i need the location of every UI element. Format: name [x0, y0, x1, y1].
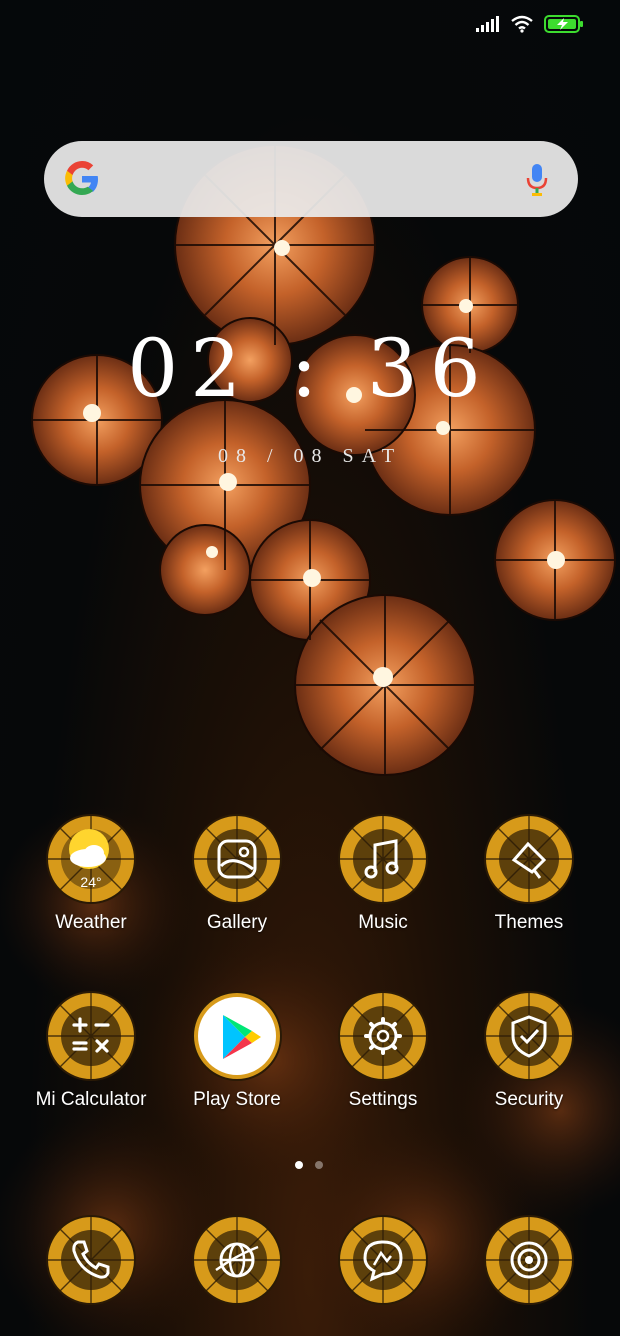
calculator-icon [46, 991, 136, 1081]
status-bar [476, 14, 584, 34]
security-icon [484, 991, 574, 1081]
music-icon [338, 814, 428, 904]
wifi-icon [511, 15, 533, 33]
themes-icon [484, 814, 574, 904]
clock-time[interactable]: 02 : 36 [0, 322, 620, 415]
dock-browser[interactable] [164, 1215, 310, 1305]
app-label: Security [494, 1089, 564, 1110]
google-search-bar[interactable] [44, 141, 578, 217]
mic-icon[interactable] [526, 163, 548, 197]
weather-temperature: 24° [80, 874, 102, 890]
app-label: Themes [494, 912, 564, 933]
google-g-icon [65, 161, 98, 195]
app-label: Settings [348, 1089, 418, 1110]
weather-icon [46, 814, 136, 904]
clock-date: 08 / 08 SAT [217, 445, 403, 467]
dock-camera[interactable] [456, 1215, 602, 1305]
settings-icon [338, 991, 428, 1081]
messaging-icon [338, 1215, 428, 1305]
app-themes[interactable]: Themes [456, 814, 602, 934]
app-settings[interactable]: Settings [310, 991, 456, 1111]
dock-messaging[interactable] [310, 1215, 456, 1305]
app-security[interactable]: Security [456, 991, 602, 1111]
app-play-store[interactable]: Play Store [164, 991, 310, 1111]
browser-icon [192, 1215, 282, 1305]
app-gallery[interactable]: Gallery [164, 814, 310, 934]
gallery-icon [192, 814, 282, 904]
app-mi-calculator[interactable]: Mi Calculator [18, 991, 164, 1111]
dock-phone[interactable] [18, 1215, 164, 1305]
play-store-icon [192, 991, 282, 1081]
app-label: Gallery [206, 912, 268, 933]
page-dot[interactable] [315, 1161, 323, 1169]
app-label: Music [358, 912, 408, 933]
page-dot-active[interactable] [295, 1161, 303, 1169]
app-label: Weather [55, 912, 127, 933]
page-indicator[interactable] [295, 1161, 323, 1169]
app-weather[interactable]: 24° Weather [18, 814, 164, 934]
phone-icon [46, 1215, 136, 1305]
app-label: Mi Calculator [35, 1089, 147, 1110]
app-label: Play Store [193, 1089, 281, 1110]
camera-icon [484, 1215, 574, 1305]
signal-icon [476, 16, 499, 32]
app-music[interactable]: Music [310, 814, 456, 934]
battery-charging-icon [544, 15, 583, 33]
